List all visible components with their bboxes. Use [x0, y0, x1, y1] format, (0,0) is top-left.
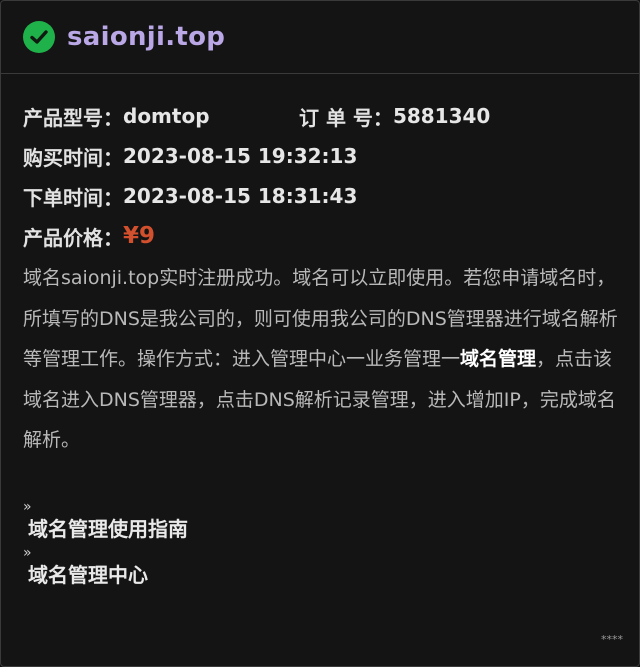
- order-time-label: 下单时间：: [23, 185, 123, 210]
- domain-title: saionji.top: [67, 22, 226, 52]
- list-item: » 域名管理中心: [23, 546, 617, 590]
- order-details: 产品型号： domtop 订 单 号： 5881340 购买时间： 2023-0…: [1, 74, 639, 590]
- panel-header: saionji.top: [1, 1, 639, 74]
- domain-guide-link[interactable]: 域名管理使用指南: [28, 514, 188, 544]
- domain-management-highlight: 域名管理: [460, 348, 537, 370]
- price-row: 产品价格： ¥9: [23, 216, 617, 256]
- double-chevron-right-icon: »: [23, 544, 32, 561]
- order-result-panel: saionji.top 产品型号： domtop 订 单 号： 5881340 …: [0, 0, 640, 667]
- price-value: ¥9: [123, 223, 156, 249]
- product-value: domtop: [123, 104, 210, 128]
- purchase-time-row: 购买时间： 2023-08-15 19:32:13: [23, 136, 617, 176]
- order-time-row: 下单时间： 2023-08-15 18:31:43: [23, 176, 617, 216]
- success-description: 域名saionji.top实时注册成功。域名可以立即使用。若您申请域名时，所填写…: [23, 258, 619, 461]
- order-time-value: 2023-08-15 18:31:43: [123, 184, 358, 208]
- product-row: 产品型号： domtop 订 单 号： 5881340: [23, 96, 617, 136]
- check-circle-icon: [23, 21, 55, 53]
- double-chevron-right-icon: »: [23, 498, 32, 515]
- domain-center-link[interactable]: 域名管理中心: [28, 560, 148, 590]
- order-number-label: 订 单 号：: [299, 105, 393, 130]
- list-item: » 域名管理使用指南: [23, 500, 617, 544]
- price-label: 产品价格：: [23, 225, 123, 250]
- footer-mark: ****: [601, 633, 623, 646]
- guide-links: » 域名管理使用指南 » 域名管理中心: [23, 500, 617, 590]
- purchase-time-label: 购买时间：: [23, 145, 123, 170]
- purchase-time-value: 2023-08-15 19:32:13: [123, 144, 358, 168]
- order-number-value: 5881340: [392, 104, 491, 128]
- product-label: 产品型号：: [23, 105, 123, 130]
